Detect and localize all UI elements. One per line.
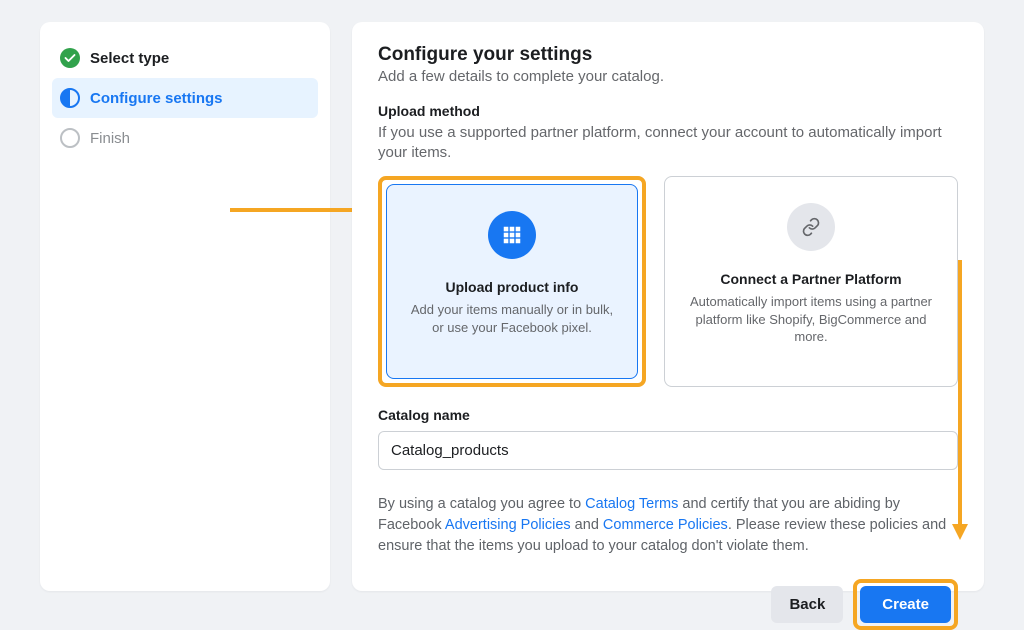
link-icon <box>787 203 835 251</box>
upload-method-hint: If you use a supported partner platform,… <box>378 123 958 162</box>
step-label: Select type <box>90 50 169 67</box>
step-label: Finish <box>90 130 130 147</box>
annotation-highlight-create: Create <box>853 579 958 630</box>
step-finish[interactable]: Finish <box>52 118 318 158</box>
step-select-type[interactable]: Select type <box>52 38 318 78</box>
back-button[interactable]: Back <box>771 586 843 623</box>
card-desc: Add your items manually or in bulk, or u… <box>407 301 617 336</box>
wizard-sidebar: Select type Configure settings Finish <box>40 22 330 591</box>
grid-icon <box>488 211 536 259</box>
card-connect-partner[interactable]: Connect a Partner Platform Automatically… <box>664 176 958 387</box>
upload-method-label: Upload method <box>378 103 958 119</box>
catalog-name-label: Catalog name <box>378 407 958 423</box>
half-circle-icon <box>60 88 80 108</box>
annotation-highlight-upload-card: Upload product info Add your items manua… <box>378 176 646 387</box>
card-title: Upload product info <box>446 279 579 295</box>
card-upload-product-info[interactable]: Upload product info Add your items manua… <box>386 184 638 379</box>
link-catalog-terms[interactable]: Catalog Terms <box>585 496 678 512</box>
legal-text: By using a catalog you agree to Catalog … <box>378 494 958 557</box>
card-desc: Automatically import items using a partn… <box>685 293 937 346</box>
upload-method-cards: Upload product info Add your items manua… <box>378 176 958 387</box>
link-advertising-policies[interactable]: Advertising Policies <box>445 517 571 533</box>
link-commerce-policies[interactable]: Commerce Policies <box>603 517 728 533</box>
main-panel: Configure your settings Add a few detail… <box>352 22 984 591</box>
step-label: Configure settings <box>90 90 223 107</box>
check-icon <box>60 48 80 68</box>
empty-circle-icon <box>60 128 80 148</box>
catalog-name-input[interactable] <box>378 431 958 470</box>
step-configure-settings[interactable]: Configure settings <box>52 78 318 118</box>
page-subtitle: Add a few details to complete your catal… <box>378 68 958 85</box>
create-button[interactable]: Create <box>860 586 951 623</box>
page-title: Configure your settings <box>378 44 958 66</box>
card-title: Connect a Partner Platform <box>720 271 901 287</box>
footer-buttons: Back Create <box>378 579 958 630</box>
